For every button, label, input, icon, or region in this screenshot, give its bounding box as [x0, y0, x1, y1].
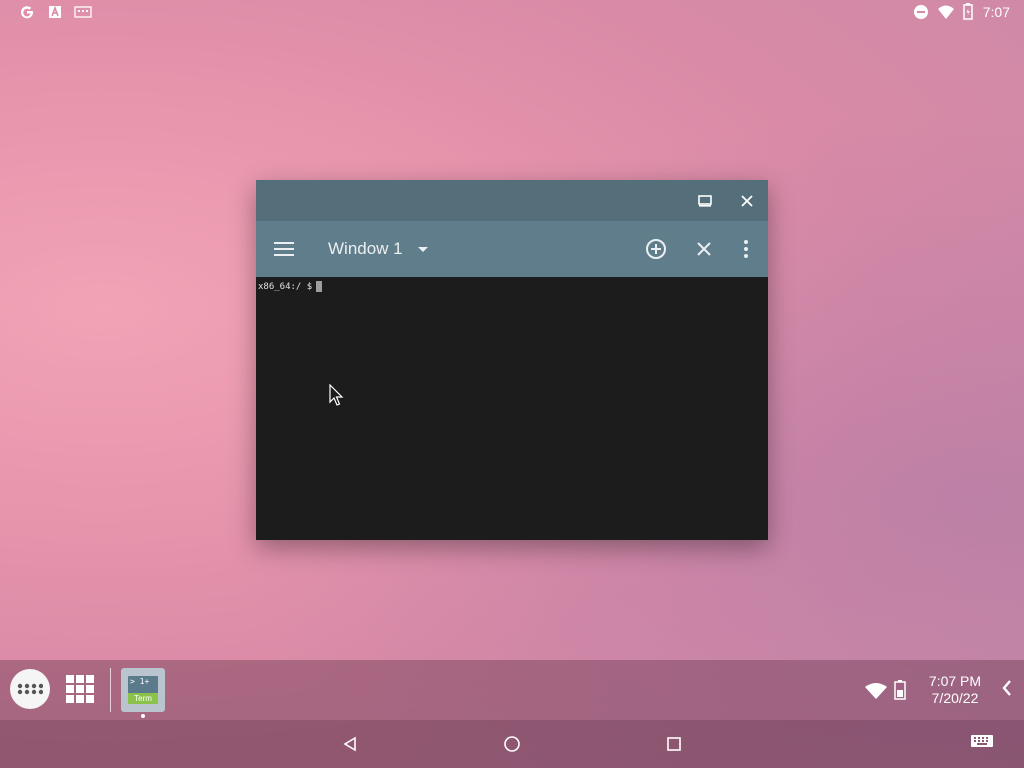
terminal-window[interactable]: Window 1 x86_64:/ $	[256, 180, 768, 540]
app-launcher-icon[interactable]	[10, 669, 50, 709]
keyboard-notification-icon	[74, 5, 92, 19]
term-app-icon-label: Term	[128, 693, 158, 704]
close-window-icon[interactable]	[690, 235, 718, 263]
maximize-icon[interactable]	[692, 188, 718, 214]
window-caption-bar[interactable]	[256, 180, 768, 221]
a-notification-icon	[48, 5, 62, 19]
tray-clock[interactable]: 7:07 PM 7/20/22	[920, 673, 990, 707]
wifi-icon	[937, 4, 955, 20]
tray-battery-icon[interactable]	[894, 680, 906, 705]
dropdown-arrow-icon	[417, 240, 429, 258]
taskbar-divider	[110, 668, 111, 712]
term-app-icon-graphic: > 1+ Term	[128, 676, 158, 704]
term-app-icon-prompt: > 1+	[130, 677, 150, 686]
tray-time: 7:07 PM	[928, 673, 982, 689]
home-icon[interactable]	[499, 732, 525, 756]
terminal-cursor	[316, 281, 323, 292]
mouse-pointer-icon	[329, 383, 345, 413]
recents-icon[interactable]	[661, 732, 687, 756]
chevron-left-icon[interactable]	[1002, 680, 1012, 701]
terminal-prompt-line: x86_64:/ $	[258, 281, 323, 292]
do-not-disturb-icon	[913, 4, 929, 20]
status-bar: 7:07	[0, 0, 1024, 24]
status-bar-system: 7:07	[913, 3, 1010, 20]
add-window-icon[interactable]	[642, 235, 670, 263]
keyboard-icon[interactable]	[970, 734, 994, 755]
window-select-label: Window 1	[328, 239, 403, 258]
term-app-icon[interactable]: > 1+ Term	[121, 668, 165, 712]
tray-date: 7/20/22	[931, 690, 979, 706]
terminal-toolbar: Window 1	[256, 221, 768, 277]
all-apps-grid-icon[interactable]	[66, 675, 94, 703]
hamburger-menu-icon[interactable]	[270, 235, 298, 263]
back-icon[interactable]	[337, 732, 363, 756]
taskbar: > 1+ Term 7:07 PM 7/20/22	[0, 660, 1024, 720]
window-select-dropdown[interactable]: Window 1	[328, 237, 429, 261]
battery-icon	[963, 3, 973, 20]
running-app-indicator	[141, 714, 145, 718]
tray-wifi-icon[interactable]	[864, 682, 888, 704]
close-icon[interactable]	[734, 188, 760, 214]
status-bar-time: 7:07	[982, 3, 1010, 20]
more-options-icon[interactable]	[732, 235, 760, 263]
google-icon	[18, 3, 36, 21]
terminal-prompt: x86_64:/ $	[258, 281, 313, 292]
status-bar-notifications	[18, 3, 92, 21]
navigation-bar	[0, 720, 1024, 768]
